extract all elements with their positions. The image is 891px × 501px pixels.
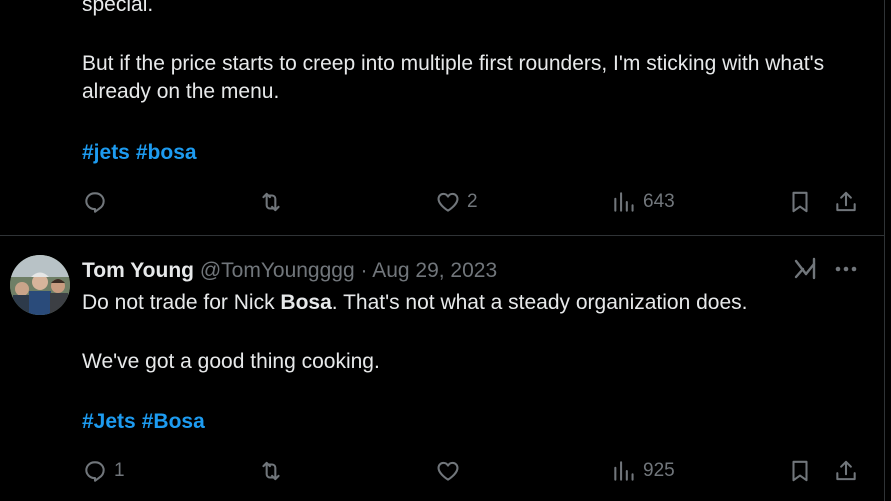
tweet-2[interactable]: Tom Young @TomYoungggg · Aug 29, 2023 Do… [0, 237, 884, 501]
tweet-text-para2: We've got a good thing cooking. [82, 350, 380, 373]
retweet-icon [262, 461, 280, 481]
tweet-actions: 2 643 [82, 187, 862, 217]
retweet-icon [262, 192, 280, 212]
grok-icon [794, 257, 816, 280]
tweet-date[interactable]: Aug 29, 2023 [372, 259, 497, 282]
tweet-text-part: . That's not what a steady organization … [331, 291, 748, 314]
share-icon [836, 191, 856, 212]
bookmark-button[interactable] [787, 456, 813, 486]
views-button[interactable]: 925 [611, 456, 675, 486]
tweet-text-part: Do not trade for Nick [82, 291, 281, 314]
views-icon [614, 192, 634, 212]
hashtag-link[interactable]: #jets [82, 141, 130, 164]
share-button[interactable] [833, 456, 859, 486]
bookmark-icon [792, 191, 808, 213]
bookmark-icon [792, 460, 808, 482]
tweet-header: Tom Young @TomYoungggg · Aug 29, 2023 [82, 257, 497, 285]
like-button[interactable] [435, 456, 467, 486]
hashtags: #jets #bosa [82, 139, 203, 167]
reply-icon [85, 192, 105, 213]
tweet-text: Do not trade for Nick Bosa. That's not w… [82, 289, 862, 317]
heart-icon [437, 461, 459, 481]
more-button[interactable] [832, 255, 860, 283]
tweet-divider [0, 235, 884, 236]
reply-icon [85, 461, 105, 482]
reply-count: 1 [114, 460, 125, 481]
hashtag-link[interactable]: #Bosa [142, 410, 205, 433]
bookmark-button[interactable] [787, 187, 813, 217]
avatar-photo [10, 255, 70, 315]
tweet-text-highlight: Bosa [280, 291, 332, 314]
hashtag-link[interactable]: #Jets [82, 410, 136, 433]
views-count: 643 [643, 191, 675, 212]
author-handle[interactable]: @TomYoungggg [200, 259, 355, 282]
retweet-button[interactable] [258, 187, 290, 217]
share-button[interactable] [833, 187, 859, 217]
tweet-text: But if the price starts to creep into mu… [82, 52, 825, 103]
tweet-1[interactable]: special. But if the price starts to cree… [0, 0, 884, 236]
tweet-text-tail: special. [82, 0, 154, 16]
like-count: 2 [467, 191, 478, 212]
views-button[interactable]: 643 [611, 187, 675, 217]
heart-icon [437, 192, 459, 212]
views-count: 925 [643, 460, 675, 481]
views-icon [614, 461, 634, 481]
reply-button[interactable] [82, 187, 114, 217]
hashtags: #Jets #Bosa [82, 408, 211, 436]
retweet-button[interactable] [258, 456, 290, 486]
hashtag-link[interactable]: #bosa [136, 141, 197, 164]
reply-button[interactable]: 1 [82, 456, 125, 486]
avatar[interactable] [10, 255, 70, 315]
author-name[interactable]: Tom Young [82, 259, 194, 282]
separator-dot: · [360, 259, 368, 282]
share-icon [836, 460, 856, 481]
tweet-actions: 1 925 [82, 456, 862, 486]
like-button[interactable]: 2 [435, 187, 478, 217]
more-icon [835, 266, 857, 272]
timeline-border [884, 0, 885, 501]
grok-button[interactable] [793, 256, 819, 282]
